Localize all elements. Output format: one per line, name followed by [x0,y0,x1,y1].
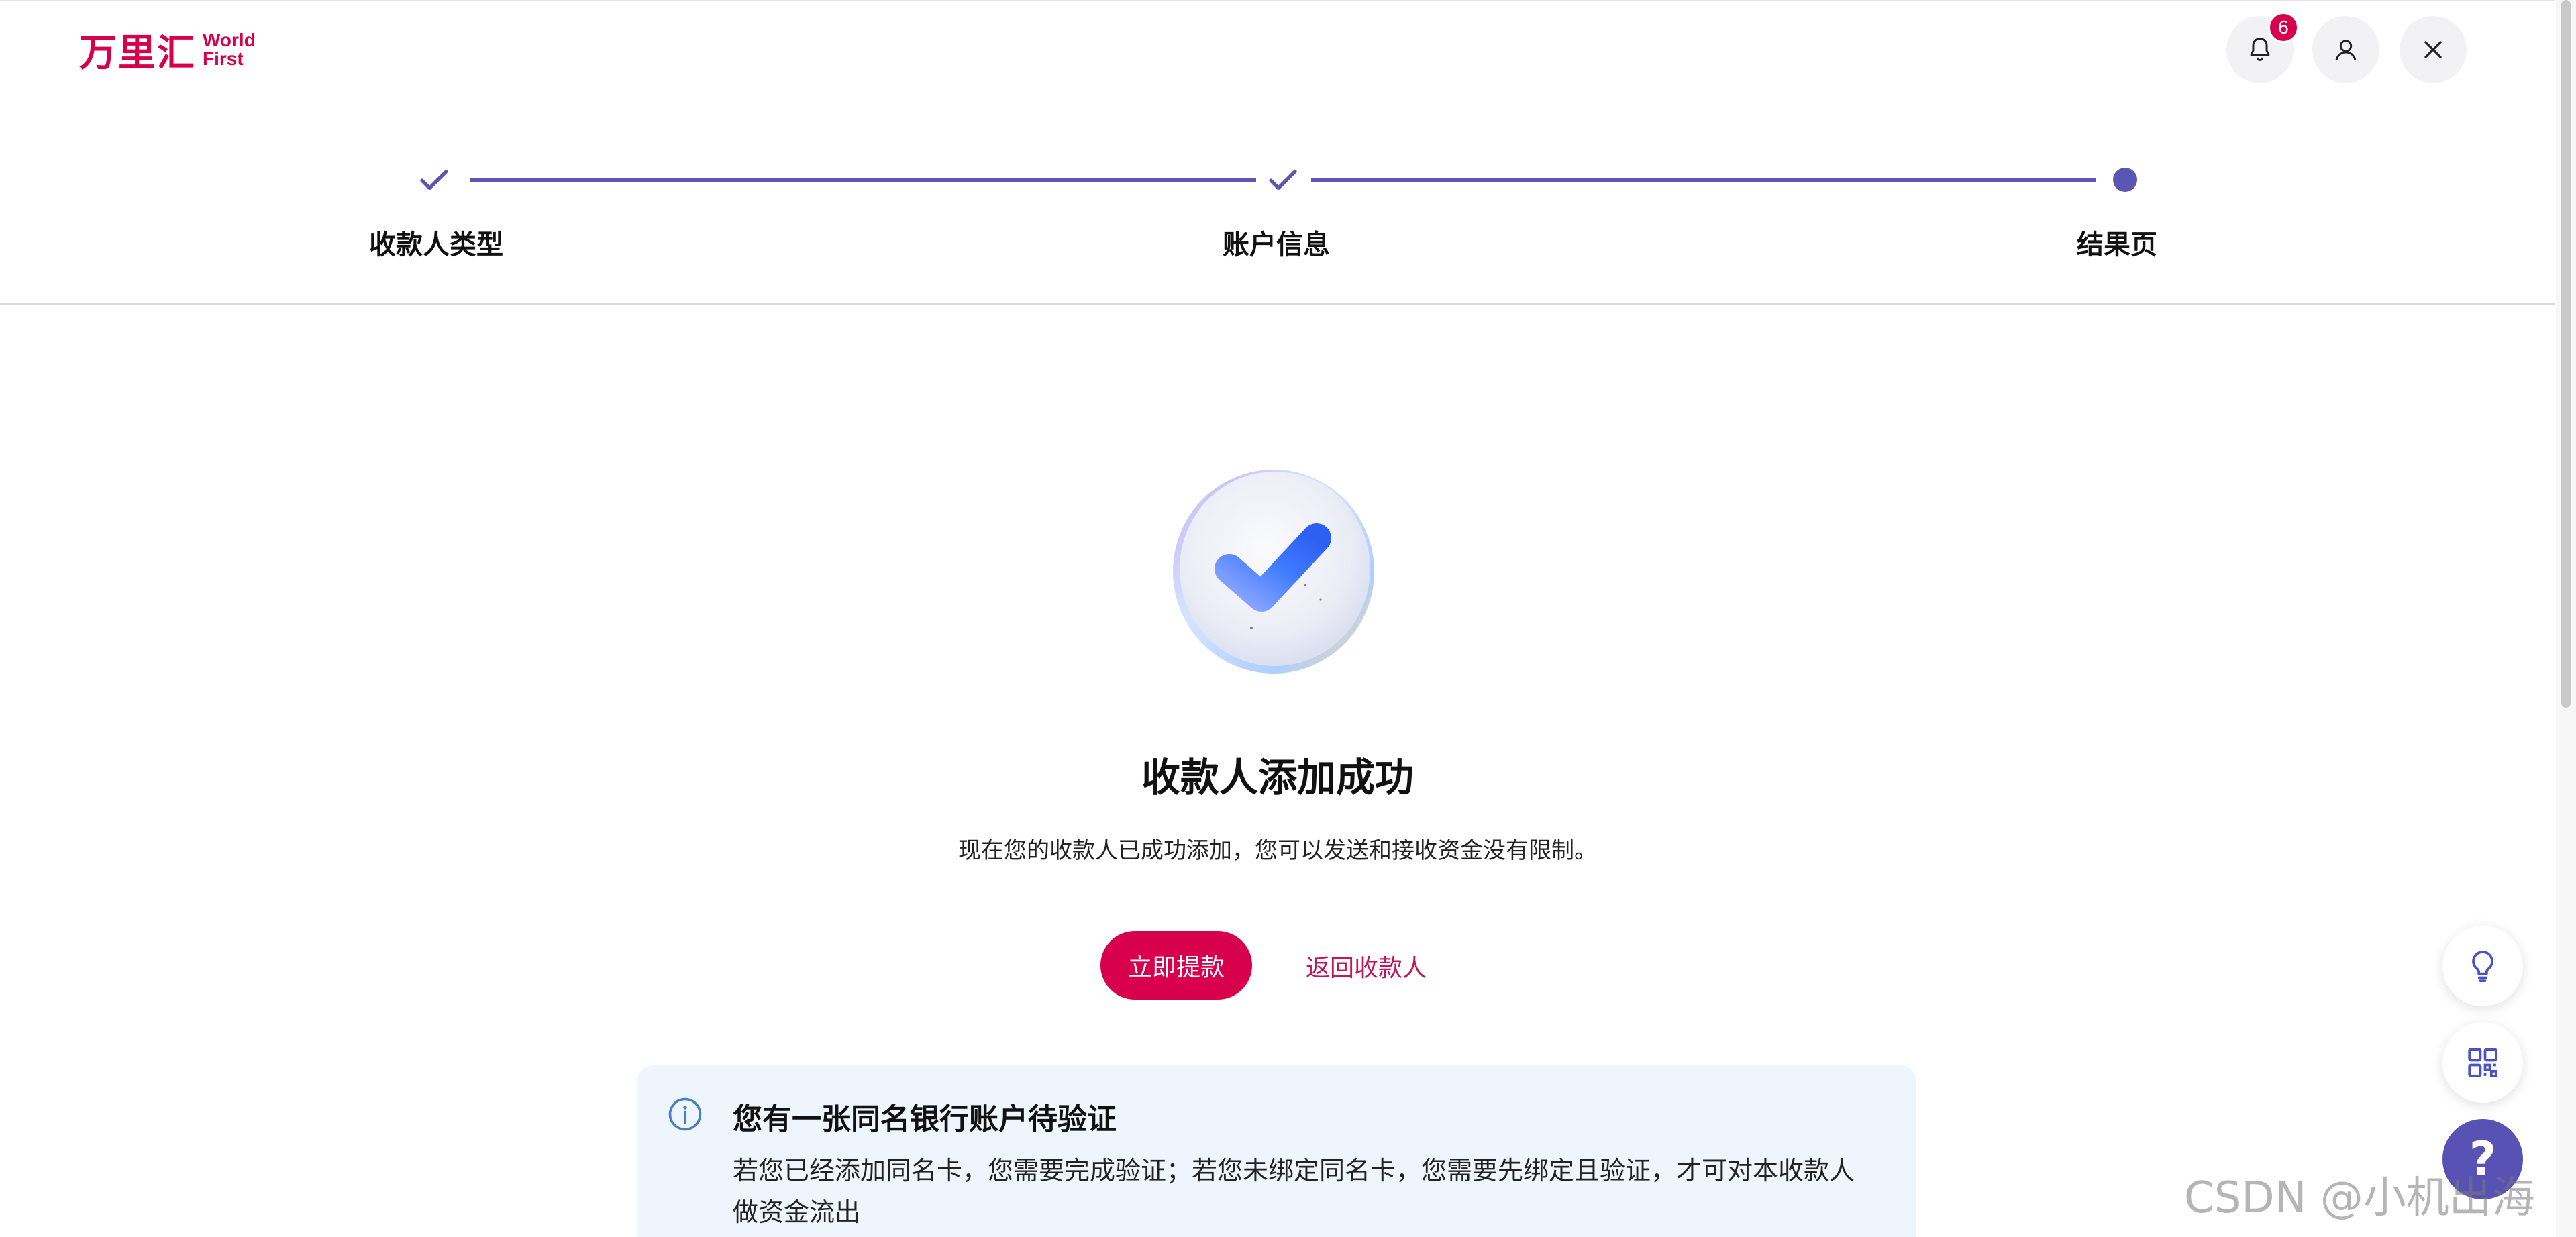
result-description: 现在您的收款人已成功添加，您可以发送和接收资金没有限制。 [958,837,1597,864]
lightbulb-icon [2472,951,2493,983]
account-button[interactable] [2312,16,2379,83]
logo-text-en: World First [203,31,256,68]
notifications-button[interactable]: 6 [2226,12,2299,83]
scrollbar-thumb[interactable] [2561,0,2571,708]
page: 万里汇 World First 6 收款人类型 账户信息 结果页 收款人添加成功… [0,0,2576,1237]
verification-notice-body: 若您已经添加同名卡，您需要完成验证；若您未绑定同名卡，您需要先绑定且验证，才可对… [733,1156,1855,1227]
qr-code-icon [2468,1048,2497,1077]
withdraw-now-button[interactable]: 立即提款 [1100,931,1252,1000]
step-connector-1 [470,178,1256,182]
step-label-account-info: 账户信息 [1223,229,1330,260]
logo-text-en-line1: World [203,30,256,50]
vertical-scrollbar[interactable] [2556,0,2576,1237]
notification-count-badge: 6 [2268,12,2299,43]
logo-text-en-line2: First [203,48,244,69]
step-label-payee-type: 收款人类型 [369,229,503,260]
step-label-result: 结果页 [2077,229,2157,260]
success-check-icon [1173,470,1374,674]
close-icon [2424,41,2442,58]
result-title: 收款人添加成功 [1141,755,1414,800]
qr-code-button[interactable] [2442,1022,2523,1103]
user-icon [2335,40,2357,61]
close-button[interactable] [2400,16,2467,83]
step-connector-2 [1311,178,2096,182]
verification-notice-title: 您有一张同名银行账户待验证 [733,1102,1117,1136]
info-icon [668,1097,702,1131]
bell-icon [2250,38,2270,62]
step-1-check-icon [414,160,454,200]
worldfirst-logo[interactable]: 万里汇 World First [79,28,256,75]
logo-text-cn: 万里汇 [79,31,196,75]
header-divider [0,303,2555,305]
tips-button[interactable] [2442,926,2523,1006]
header: 万里汇 World First 6 [0,0,2555,109]
verification-notice-panel: 您有一张同名银行账户待验证 若您已经添加同名卡，您需要完成验证；若您未绑定同名卡… [637,1065,1916,1237]
back-to-payees-link[interactable]: 返回收款人 [1306,939,1427,993]
step-3-current-dot-icon [2105,160,2145,200]
watermark: CSDN @小机出海 [2184,1173,2535,1223]
step-2-check-icon [1263,160,1303,200]
